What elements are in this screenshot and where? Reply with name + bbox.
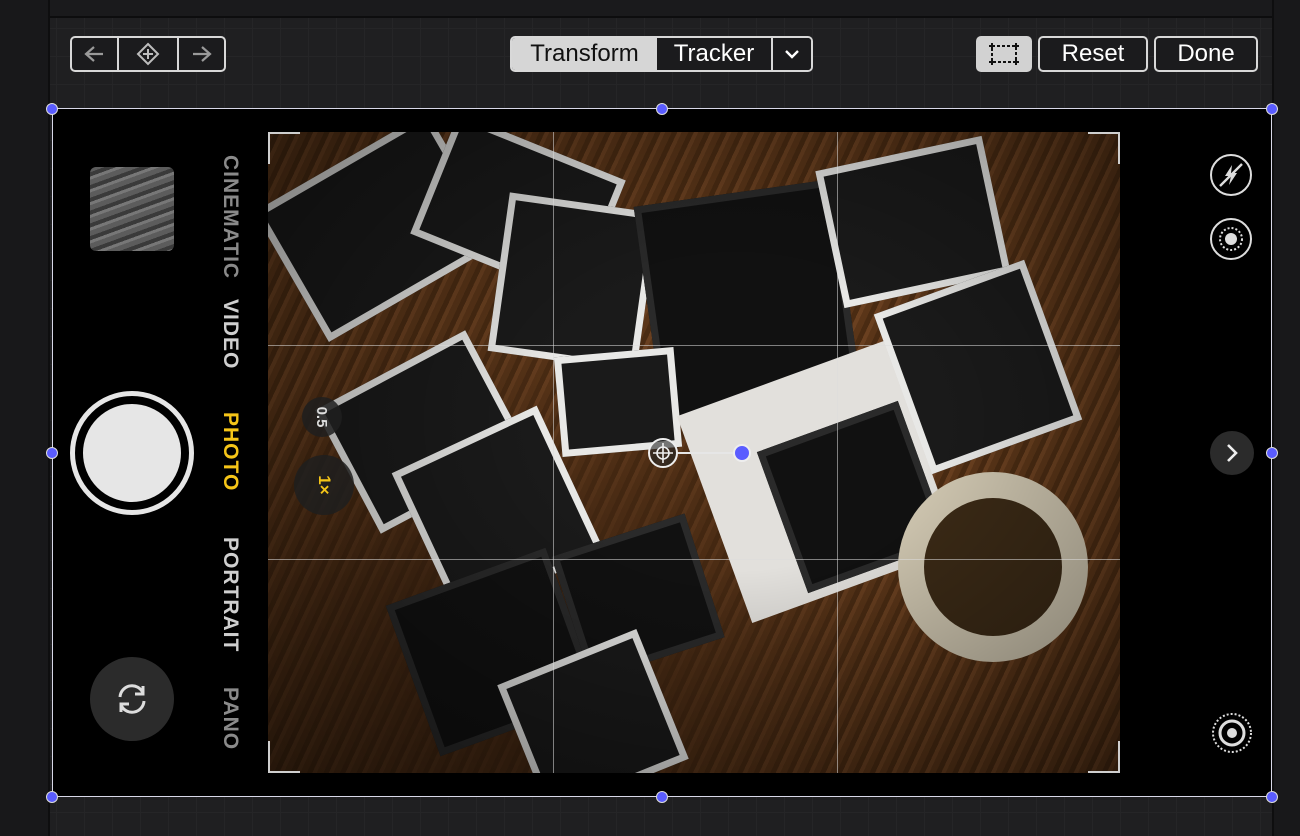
macro-button[interactable] [1210,711,1254,755]
reset-button[interactable]: Reset [1038,36,1148,72]
mode-dropdown-button[interactable] [773,38,811,70]
expand-controls-button[interactable] [1210,431,1254,475]
arrow-left-icon [84,46,104,62]
crosshair-icon [653,443,673,463]
chevron-right-icon [1227,444,1238,462]
anchor-point-handle[interactable] [648,438,678,468]
crop-icon [989,43,1019,65]
arrow-right-icon [192,46,212,62]
done-button[interactable]: Done [1154,36,1258,72]
frame-corner [1088,741,1120,773]
frame-corner [1088,132,1120,164]
handle-top-left[interactable] [46,103,58,115]
add-keyframe-button[interactable] [119,38,180,70]
shutter-inner [80,401,184,505]
keyframe-diamond-icon [136,42,160,66]
handle-top-right[interactable] [1266,103,1278,115]
flash-off-icon [1219,163,1243,187]
target-icon [1212,713,1252,753]
mode-portrait[interactable]: PORTRAIT [218,537,242,652]
handle-bottom-right[interactable] [1266,791,1278,803]
mode-photo[interactable]: PHOTO [218,412,242,491]
top-strip [0,0,1300,18]
next-keyframe-button[interactable] [179,38,224,70]
mode-switcher: Transform Tracker [510,36,813,72]
mode-video[interactable]: VIDEO [218,299,242,369]
handle-bottom-center[interactable] [656,791,668,803]
frame-corner [268,741,300,773]
last-photo-thumbnail[interactable] [90,167,174,251]
live-photo-button[interactable] [1210,218,1252,260]
zoom-1x-button[interactable]: 1× [294,455,354,515]
grid-line [553,132,554,773]
rotation-arm [676,452,740,454]
prev-keyframe-button[interactable] [72,38,119,70]
grid-line [268,559,1120,560]
live-photo-icon [1219,227,1243,251]
tab-tracker[interactable]: Tracker [657,38,773,70]
handle-middle-left[interactable] [46,447,58,459]
rotation-handle[interactable] [733,444,751,462]
shutter-button[interactable] [70,391,194,515]
handle-top-center[interactable] [656,103,668,115]
handle-middle-right[interactable] [1266,447,1278,459]
crop-button[interactable] [976,36,1032,72]
camera-flip-icon [118,684,146,714]
tab-transform[interactable]: Transform [512,38,657,70]
zoom-0-5-button[interactable]: 0.5 [302,397,342,437]
right-panel-edge [1272,0,1300,836]
frame-corner [268,132,300,164]
mode-cinematic[interactable]: CINEMATIC [218,155,242,279]
mode-pano[interactable]: PANO [218,687,242,750]
video-canvas[interactable]: CINEMATIC VIDEO PHOTO PORTRAIT PANO 0.5 … [52,109,1272,797]
chevron-down-icon [785,50,799,59]
left-panel-edge [0,0,50,836]
grid-line [837,132,838,773]
grid-line [268,345,1120,346]
flash-button[interactable] [1210,154,1252,196]
handle-bottom-left[interactable] [46,791,58,803]
flip-camera-button[interactable] [90,657,174,741]
keyframe-navigation [70,36,226,72]
